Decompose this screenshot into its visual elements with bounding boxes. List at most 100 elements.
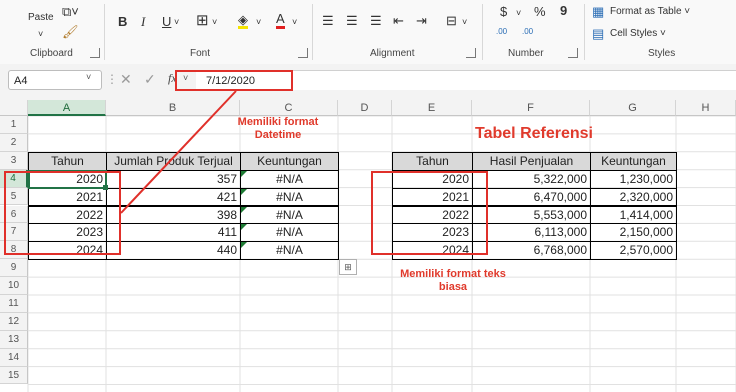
format-as-table-label: Format as Table: [610, 6, 682, 17]
fill-color-icon[interactable]: ◈: [238, 13, 248, 29]
underline-dropdown-icon[interactable]: ˅: [174, 14, 179, 30]
column-header-c[interactable]: C: [240, 100, 338, 116]
error-indicator-icon: [241, 170, 247, 177]
align-center-icon[interactable]: ☰: [346, 13, 358, 29]
ribbon-separator: [584, 4, 585, 60]
alignment-launcher-icon[interactable]: [466, 48, 476, 58]
column-header-h[interactable]: H: [676, 100, 736, 116]
error-indicator-icon: [241, 206, 247, 213]
left-table-cell[interactable]: #N/A: [240, 223, 339, 243]
right-year-highlight-box: [371, 171, 488, 255]
align-right-icon[interactable]: ☰: [370, 13, 382, 29]
reference-table-header: Tahun: [392, 151, 473, 171]
reference-table-cell[interactable]: 1,230,000: [590, 169, 677, 189]
currency-dropdown-icon[interactable]: ˅: [516, 5, 521, 21]
left-table-cell[interactable]: 411: [106, 223, 241, 243]
styles-group-label: Styles: [648, 48, 676, 59]
column-header-e[interactable]: E: [392, 100, 472, 116]
row-header-3[interactable]: 3: [0, 151, 28, 170]
currency-button[interactable]: $: [500, 4, 507, 20]
row-header-10[interactable]: 10: [0, 277, 28, 295]
left-table-cell[interactable]: #N/A: [240, 205, 339, 225]
left-table-cell[interactable]: 440: [106, 241, 241, 261]
left-year-highlight-box: [4, 171, 121, 255]
paste-options-icon[interactable]: ⊞: [339, 259, 357, 275]
reference-table-cell[interactable]: 6,768,000: [472, 241, 591, 261]
fill-color-dropdown-icon[interactable]: ˅: [256, 14, 261, 30]
enter-icon[interactable]: ✓: [144, 71, 156, 88]
cancel-icon[interactable]: ✕: [120, 71, 132, 88]
left-table-cell[interactable]: #N/A: [240, 169, 339, 189]
number-launcher-icon[interactable]: [568, 48, 578, 58]
reference-table-cell[interactable]: 6,470,000: [472, 187, 591, 207]
clipboard-launcher-icon[interactable]: [90, 48, 100, 58]
row-header-1[interactable]: 1: [0, 116, 28, 134]
reference-table-cell[interactable]: 5,322,000: [472, 169, 591, 189]
column-header-a[interactable]: A: [28, 100, 106, 116]
reference-table-header: Hasil Penjualan: [472, 151, 591, 171]
increase-decimal-button[interactable]: .00: [496, 24, 507, 40]
format-as-table-icon: ▦: [592, 4, 605, 19]
number-group-label: Number: [508, 48, 544, 59]
italic-button[interactable]: I: [141, 14, 145, 30]
left-table-cell[interactable]: 357: [106, 169, 241, 189]
name-box-dropdown-icon[interactable]: ˅: [86, 72, 91, 82]
formula-bar-separator-icon: ⋮: [106, 72, 118, 86]
bold-button[interactable]: B: [118, 14, 127, 30]
merge-center-icon[interactable]: ⊟: [446, 13, 457, 29]
row-header-12[interactable]: 12: [0, 312, 28, 331]
reference-table-cell[interactable]: 2,570,000: [590, 241, 677, 261]
column-header-f[interactable]: F: [472, 100, 590, 116]
comma-style-button[interactable]: 9: [560, 3, 567, 19]
font-color-dropdown-icon[interactable]: ˅: [292, 14, 297, 30]
left-table-cell[interactable]: 421: [106, 187, 241, 207]
row-header-13[interactable]: 13: [0, 330, 28, 349]
row-header-9[interactable]: 9: [0, 259, 28, 278]
select-all-corner[interactable]: [0, 100, 28, 116]
reference-table-cell[interactable]: 1,414,000: [590, 205, 677, 225]
left-table-header: Tahun: [28, 151, 107, 171]
borders-icon[interactable]: ⊞: [196, 13, 209, 29]
paste-dropdown-icon[interactable]: ˅: [38, 26, 43, 42]
left-table-header: Keuntungan: [240, 151, 339, 171]
cell-styles-label: Cell Styles: [610, 28, 658, 39]
reference-table-cell[interactable]: 2,320,000: [590, 187, 677, 207]
align-left-icon[interactable]: ☰: [322, 13, 334, 29]
row-header-11[interactable]: 11: [0, 295, 28, 313]
datetime-annotation-line2: Datetime: [254, 129, 302, 141]
borders-dropdown-icon[interactable]: ˅: [212, 14, 217, 30]
reference-table-cell[interactable]: 2,150,000: [590, 223, 677, 243]
cell-styles-icon: ▤: [592, 26, 605, 41]
paste-button[interactable]: Paste: [28, 10, 54, 26]
merge-dropdown-icon[interactable]: ˅: [462, 14, 467, 30]
column-header-g[interactable]: G: [590, 100, 676, 116]
decrease-indent-icon[interactable]: ⇤: [393, 13, 404, 29]
underline-button[interactable]: U: [162, 14, 171, 30]
reference-table-cell[interactable]: 5,553,000: [472, 205, 591, 225]
increase-indent-icon[interactable]: ⇥: [416, 13, 427, 29]
left-table-cell[interactable]: #N/A: [240, 241, 339, 261]
error-indicator-icon: [241, 188, 247, 195]
column-header-d[interactable]: D: [338, 100, 392, 116]
alignment-group-label: Alignment: [370, 48, 415, 59]
font-launcher-icon[interactable]: [298, 48, 308, 58]
formula-highlight-box: [175, 70, 293, 91]
percent-button[interactable]: %: [534, 4, 546, 20]
left-table-cell[interactable]: #N/A: [240, 187, 339, 207]
column-header-b[interactable]: B: [106, 100, 240, 116]
format-as-table-dropdown-icon: ˅: [681, 6, 691, 17]
text-annotation-line2: biasa: [438, 281, 468, 293]
font-color-button[interactable]: A: [276, 12, 285, 29]
left-table-cell[interactable]: 398: [106, 205, 241, 225]
copy-icon[interactable]: ⧉˅: [62, 4, 79, 20]
format-painter-icon[interactable]: 🖌: [62, 24, 79, 40]
row-header-2[interactable]: 2: [0, 133, 28, 152]
decrease-decimal-button[interactable]: .00: [522, 24, 533, 40]
cell-styles-button[interactable]: Cell Styles ˅: [610, 26, 666, 42]
row-header-14[interactable]: 14: [0, 348, 28, 367]
error-indicator-icon: [241, 242, 247, 249]
reference-table-cell[interactable]: 6,113,000: [472, 223, 591, 243]
row-header-15[interactable]: 15: [0, 366, 28, 385]
format-as-table-button[interactable]: Format as Table ˅: [610, 4, 690, 20]
datetime-annotation: Memiliki format Datetime: [218, 116, 338, 142]
